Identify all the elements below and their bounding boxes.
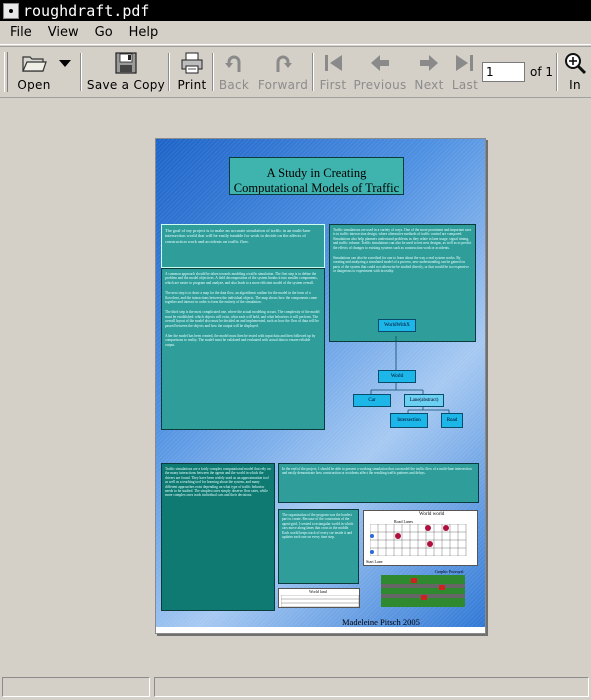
toolbar-separator [212,53,214,91]
poster-left-lower-box: Traffic simulations are a fairly complex… [161,463,275,611]
save-copy-button[interactable]: Save a Copy [86,51,166,95]
diagram-node-intersection: Intersection [390,413,428,428]
poster-organization-box: The organization of the program was the … [278,509,359,584]
print-label: Print [177,78,207,92]
poster-method-p1: A common approach should be taken toward… [165,272,318,285]
diagram-node-world: World [378,370,416,383]
diagram-node-lane: Lane(abstract) [404,394,444,407]
status-cell-left [2,677,150,697]
previous-page-label: Previous [353,78,407,92]
left-arrow-icon [367,51,393,75]
poster-lower-text-1: In the end of the project, I should be a… [282,467,472,476]
first-page-icon [320,51,346,75]
toolbar-separator [80,53,82,91]
last-page-icon [452,51,478,75]
start-lane-caption: Start Lane [366,559,383,564]
world-land-chart [281,595,359,607]
poster-lower-text-2: The organization of the program was the … [282,513,354,540]
poster-lower-paragraph-box: In the end of the project, I should be a… [278,463,479,503]
save-copy-label: Save a Copy [86,78,166,92]
toolbar-grip[interactable] [4,52,8,92]
print-button[interactable]: Print [174,51,210,95]
window-title: roughdraft.pdf [23,1,150,20]
poster-method-p3: The third step is the most complicated o… [165,310,320,328]
dropdown-arrow-icon [56,51,74,75]
menubar: File View Go Help [0,21,591,45]
diagram-node-road: Road [441,413,463,428]
open-button[interactable]: Open [14,51,54,95]
page-total-label: of 1 [530,65,554,79]
toolbar: Open Save a Copy Print Back Forward Firs… [0,46,591,98]
diagram-node-car: Car [353,394,391,407]
poster-method-p4: After the model has been created, the mo… [165,334,316,347]
last-page-button[interactable]: Last [448,51,482,95]
graphic-portrayal-chart [381,575,465,607]
poster-author: Madeleine Pitsch 2005 [342,617,420,627]
poster-left-lower-text: Traffic simulations are a fairly complex… [165,467,271,498]
status-cell-right [154,677,589,697]
world-grid-caption: World world [419,512,445,517]
pdf-page: A Study in Creating Computational Models… [155,138,486,634]
next-page-button[interactable]: Next [410,51,448,95]
folder-icon [21,51,47,75]
open-label: Open [17,78,51,92]
forward-button[interactable]: Forward [258,51,308,95]
graphic-portrayal-figure: Graphic Portrayal [363,569,478,609]
toolbar-separator [168,53,170,91]
statusbar [0,675,591,700]
toolbar-separator [312,53,314,91]
open-dropdown-button[interactable] [56,51,74,95]
first-page-label: First [319,78,347,92]
last-page-label: Last [451,78,479,92]
zoom-in-button[interactable]: In [561,51,589,95]
graphic-portrayal-caption: Graphic Portrayal [435,569,464,574]
menu-file[interactable]: File [0,25,40,40]
first-page-button[interactable]: First [316,51,350,95]
next-page-label: Next [414,78,444,92]
poster-title-box: A Study in Creating Computational Models… [229,157,404,195]
world-grid-figure: World world Road Lanes Start Lane [363,510,478,566]
poster-method-box: A common approach should be taken toward… [161,268,325,430]
poster-intro-box: The goal of my project is to make an acc… [161,224,325,268]
save-disk-icon [113,51,139,75]
forward-arrow-icon [270,51,296,75]
printer-icon [179,51,205,75]
toolbar-separator [556,53,558,91]
back-arrow-icon [221,51,247,75]
poster-intro-text: The goal of my project is to make an acc… [165,228,311,244]
back-label: Back [218,78,250,92]
menu-help[interactable]: Help [121,25,167,40]
zoom-in-label: In [569,78,581,92]
back-button[interactable]: Back [216,51,252,95]
poster-right-text-1: Traffic simulations are used in a variet… [333,228,472,250]
zoom-in-icon [562,51,588,75]
forward-label: Forward [257,78,309,92]
world-land-caption: World land [309,589,327,594]
previous-page-button[interactable]: Previous [352,51,408,95]
world-grid-chart [370,524,467,556]
diagram-node-root: WorldWithX [378,319,416,332]
menu-view[interactable]: View [40,25,87,40]
poster-right-text-2: Simulations can also be a method for one… [333,256,469,274]
menu-go[interactable]: Go [87,25,121,40]
world-land-figure: World land [278,588,360,608]
poster-method-p2: The next step is to draw a map for the d… [165,291,318,305]
page-number-input[interactable] [482,62,525,82]
right-arrow-icon [416,51,442,75]
poster-title: A Study in Creating Computational Models… [233,166,400,195]
window-titlebar: roughdraft.pdf [0,0,591,21]
window-menu-button[interactable] [3,2,19,19]
